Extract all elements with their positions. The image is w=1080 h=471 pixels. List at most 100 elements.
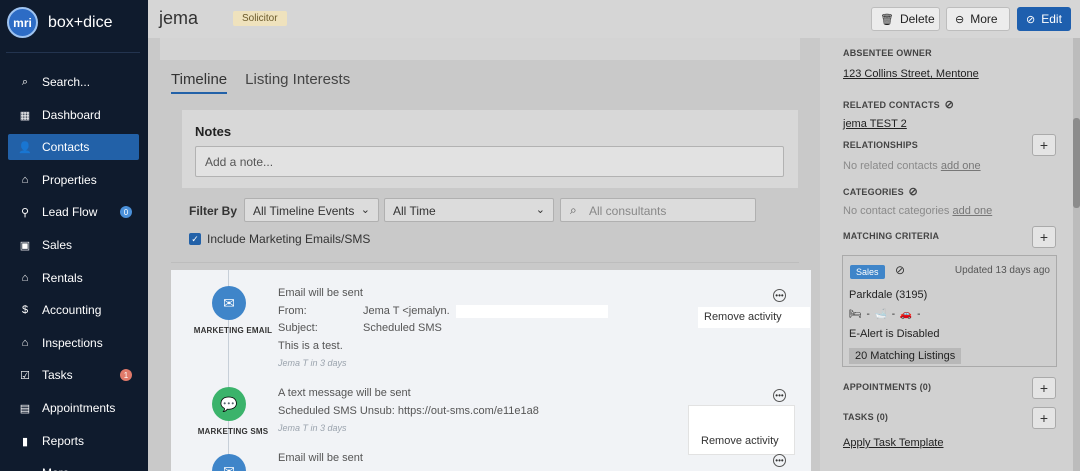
appointments-heading: APPOINTMENTS (0) [843, 382, 932, 392]
absentee-owner-address-link[interactable]: 123 Collins Street, Mentone [843, 68, 979, 80]
ellipsis-circle-icon[interactable]: ••• [773, 289, 786, 302]
sidebar-item-rentals[interactable]: ⌂ Rentals [8, 265, 139, 291]
tasks-icon: ☑ [20, 369, 30, 382]
more-button[interactable]: ⊖ More [946, 7, 1010, 31]
add-category-link[interactable]: add one [952, 205, 992, 217]
sidebar-item-label: Lead Flow [42, 205, 98, 219]
delete-button-label: Delete [899, 12, 935, 26]
count-badge: 0 [120, 206, 132, 218]
tab-listing-interests[interactable]: Listing Interests [245, 71, 350, 94]
categories-heading: CATEGORIES ⊘ [843, 185, 918, 198]
contact-header: jema Solicitor 🗑 Delete ⊖ More ⊘ Edit [148, 0, 1080, 38]
include-marketing-label: Include Marketing Emails/SMS [207, 232, 371, 246]
dashboard-icon: ▦ [19, 109, 31, 122]
entry-menu: Remove activity [698, 307, 810, 328]
profile-card-bottom [160, 38, 800, 60]
matching-criteria-card[interactable]: Sales ⊘ Updated 13 days ago Parkdale (31… [842, 255, 1057, 367]
notes-title: Notes [195, 124, 232, 139]
sidebar-item-tasks[interactable]: ☑ Tasks 1 [8, 362, 139, 388]
more-button-label: More [970, 12, 998, 26]
scrollbar-track[interactable] [1073, 38, 1080, 471]
from-value: Jema T <jemalyn. [363, 305, 450, 317]
entry-body: This is a test. [278, 340, 343, 352]
subject-value: Scheduled SMS [363, 322, 442, 334]
related-contact-link[interactable]: jema TEST 2 [843, 118, 907, 130]
related-contacts-heading: RELATED CONTACTS ⊘ [843, 98, 954, 111]
e-alert-status: E-Alert is Disabled [849, 328, 940, 340]
tab-timeline[interactable]: Timeline [171, 71, 228, 94]
time-range-select[interactable]: All Time ⌄ [384, 198, 554, 222]
sidebar-item-search[interactable]: ⌕ Search... [8, 69, 139, 95]
edit-circle-icon[interactable]: ⊘ [909, 185, 918, 198]
edit-circle-icon[interactable]: ⊘ [895, 263, 905, 277]
tasks-heading: TASKS (0) [843, 412, 889, 422]
role-badge: Solicitor [233, 11, 287, 26]
ellipsis-circle-icon[interactable]: ••• [773, 454, 786, 467]
consultants-search-input[interactable]: ⌕ All consultants [560, 198, 756, 222]
redaction [456, 305, 608, 318]
mri-logo: mri [7, 7, 38, 38]
categories-empty-text: No contact categories [843, 205, 953, 217]
edit-button[interactable]: ⊘ Edit [1017, 7, 1071, 31]
add-note-input[interactable]: Add a note... [195, 146, 784, 177]
entry-meta: Jema T in 3 days [278, 358, 347, 368]
relationships-empty: No related contacts add one [843, 160, 981, 172]
matching-listings-button[interactable]: 20 Matching Listings [849, 348, 962, 364]
timeline-events-select[interactable]: All Timeline Events ⌄ [244, 198, 379, 222]
sales-icon: ▣ [19, 239, 31, 252]
contact-name: jema [159, 8, 199, 28]
brand[interactable]: mri box+dice [7, 7, 113, 38]
chevron-down-icon: ⌄ [360, 204, 370, 216]
sidebar-item-properties[interactable]: ⌂ Properties [8, 167, 139, 193]
include-marketing-checkbox[interactable]: ✓ [189, 233, 201, 245]
include-marketing-checkbox-row[interactable]: ✓ Include Marketing Emails/SMS [189, 232, 370, 246]
sidebar-item-sales[interactable]: ▣ Sales [8, 232, 139, 258]
time-range-value: All Time [393, 204, 436, 218]
sidebar-item-accounting[interactable]: $ Accounting [8, 297, 139, 323]
sidebar-item-label: Reports [42, 434, 85, 448]
entry-title: Email will be sent [278, 452, 363, 464]
sidebar-item-more[interactable]: … More [8, 460, 139, 471]
matching-criteria-heading: MATCHING CRITERIA [843, 231, 940, 241]
brand-name: box+dice [48, 13, 113, 31]
sidebar-item-label: Dashboard [42, 108, 101, 122]
chat-bubble-icon: 💬 [212, 387, 246, 421]
scrollbar-thumb[interactable] [1073, 118, 1080, 208]
updated-timestamp: Updated 13 days ago [954, 265, 1050, 276]
delete-button[interactable]: 🗑 Delete [871, 7, 940, 31]
sidebar-item-dashboard[interactable]: ▦ Dashboard [8, 102, 139, 128]
add-relationship-link[interactable]: add one [941, 160, 981, 172]
apply-task-template-link[interactable]: Apply Task Template [843, 437, 943, 449]
criteria-features: 🛏 - 🛁 - 🚗 - [849, 309, 922, 320]
consultants-placeholder: All consultants [589, 204, 667, 218]
sidebar-item-lead-flow[interactable]: ⚲ Lead Flow 0 [8, 199, 139, 225]
inspection-icon: ⌂ [21, 337, 29, 349]
categories-heading-text: CATEGORIES [843, 187, 904, 197]
add-task-button[interactable]: + [1032, 407, 1056, 429]
relationships-heading: RELATIONSHIPS [843, 140, 918, 150]
edit-circle-icon[interactable]: ⊘ [945, 98, 954, 111]
bar-chart-icon: ▮ [21, 435, 29, 448]
divider [171, 262, 799, 263]
add-appointment-button[interactable]: + [1032, 377, 1056, 399]
sidebar-item-contacts[interactable]: 👤 Contacts [8, 134, 139, 160]
ellipsis-circle-icon: ⊖ [955, 13, 965, 26]
criteria-location: Parkdale (3195) [849, 289, 928, 301]
add-matching-criteria-button[interactable]: + [1032, 226, 1056, 248]
funnel-icon: ⚲ [20, 206, 30, 219]
sidebar-item-inspections[interactable]: ⌂ Inspections [8, 330, 139, 356]
entry-type: MARKETING EMAIL [193, 326, 273, 335]
relationships-empty-text: No related contacts [843, 160, 941, 172]
timeline-list: ✉ MARKETING EMAIL Email will be sent Fro… [171, 270, 811, 471]
remove-activity-menu-item[interactable]: Remove activity [704, 311, 782, 323]
edit-icon: ⊘ [1026, 13, 1036, 26]
sidebar-item-label: Properties [42, 173, 97, 187]
add-relationship-button[interactable]: + [1032, 134, 1056, 156]
remove-activity-menu-item[interactable]: Remove activity [701, 435, 779, 447]
count-badge: 1 [120, 369, 132, 381]
dollar-icon: $ [21, 304, 29, 316]
edit-button-label: Edit [1041, 12, 1062, 26]
sidebar-item-appointments[interactable]: ▤ Appointments [8, 395, 139, 421]
ellipsis-circle-icon[interactable]: ••• [773, 389, 786, 402]
sidebar-item-reports[interactable]: ▮ Reports [8, 428, 139, 454]
